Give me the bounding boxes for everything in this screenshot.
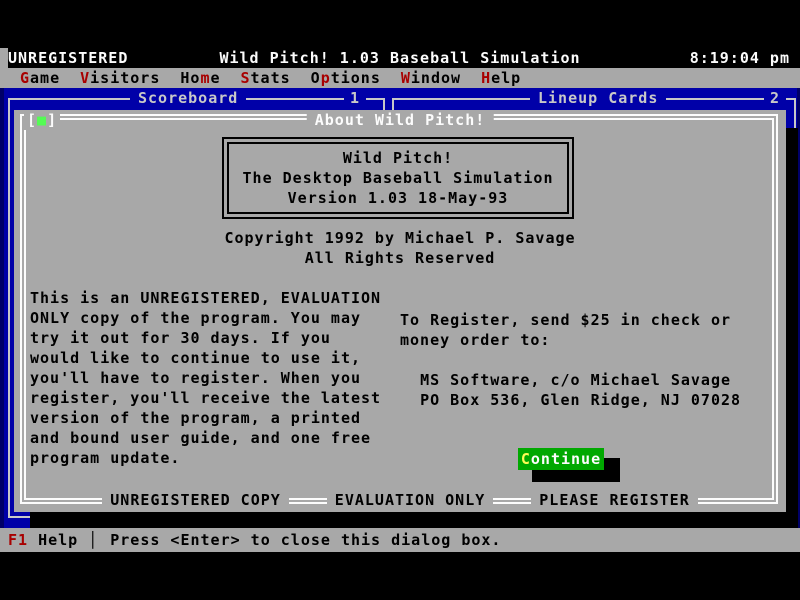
footer-flags: UNREGISTERED COPY EVALUATION ONLY PLEASE…	[14, 490, 786, 510]
scoreboard-frame-left	[8, 98, 10, 518]
scoreboard-window-number: 1	[344, 88, 366, 108]
desktop-left-edge	[0, 88, 4, 528]
menu-item-home[interactable]: Home	[180, 68, 220, 88]
clock: 8:19:04 pm	[690, 48, 790, 68]
flag-please-register: PLEASE REGISTER	[531, 490, 697, 510]
continue-button[interactable]: Continue	[518, 448, 604, 470]
app-title: Wild Pitch! 1.03 Baseball Simulation	[0, 48, 800, 68]
close-square-icon: ■	[37, 111, 47, 129]
dos-screen: UNREGISTERED Wild Pitch! 1.03 Baseball S…	[0, 0, 800, 600]
menu-item-window[interactable]: Window	[401, 68, 461, 88]
dialog-shadow-right	[786, 128, 798, 528]
menu-bar: Game Visitors Home Stats Options Window …	[0, 68, 800, 88]
license-text: This is an UNREGISTERED, EVALUATION ONLY…	[30, 288, 412, 468]
copyright-text: Copyright 1992 by Michael P. Savage All …	[14, 228, 786, 268]
register-info-text: To Register, send $25 in check or money …	[400, 310, 780, 410]
menu-item-game[interactable]: Game	[20, 68, 60, 88]
status-bar: F1 Help │ Press <Enter> to close this dial…	[0, 528, 800, 552]
scoreboard-window-title[interactable]: Scoreboard	[130, 88, 246, 108]
status-separator: │	[88, 531, 98, 549]
desktop: Scoreboard 1 Lineup Cards 2 [■] About Wi…	[0, 88, 800, 528]
menu-item-help[interactable]: Help	[481, 68, 521, 88]
version-box: Wild Pitch! The Desktop Baseball Simulat…	[222, 137, 574, 219]
lineup-frame-right	[794, 98, 796, 128]
lineup-window-title[interactable]: Lineup Cards	[530, 88, 666, 108]
menu-item-visitors[interactable]: Visitors	[80, 68, 160, 88]
flag-unregistered-copy: UNREGISTERED COPY	[102, 490, 289, 510]
lineup-window-number: 2	[764, 88, 786, 108]
dialog-title: About Wild Pitch!	[307, 110, 494, 130]
menu-item-options[interactable]: Options	[311, 68, 381, 88]
dialog-shadow-bottom	[30, 512, 798, 528]
status-message: Press <Enter> to close this dialog box.	[110, 531, 501, 549]
dialog-close-button[interactable]: [■]	[24, 110, 60, 130]
f1-help-shortcut[interactable]: F1 Help	[8, 531, 78, 549]
menu-item-stats[interactable]: Stats	[241, 68, 291, 88]
flag-evaluation-only: EVALUATION ONLY	[327, 490, 493, 510]
top-title-bar: UNREGISTERED Wild Pitch! 1.03 Baseball S…	[0, 48, 800, 68]
about-dialog: [■] About Wild Pitch! Wild Pitch! The De…	[14, 110, 786, 512]
